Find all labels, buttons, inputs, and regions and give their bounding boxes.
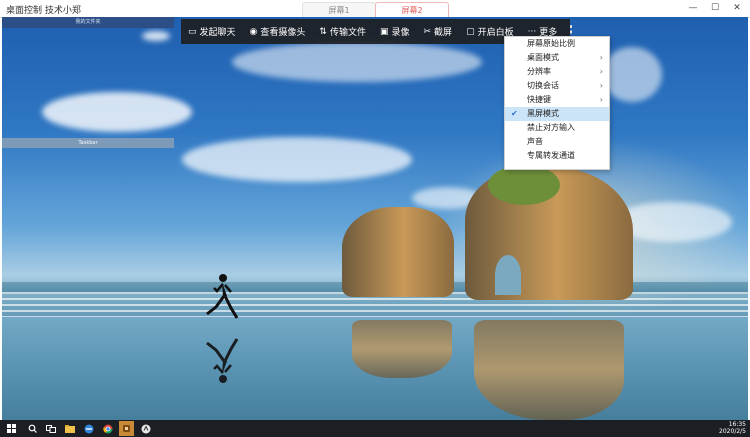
runner-reflection [206, 338, 239, 383]
chevron-right-icon: › [599, 95, 603, 104]
menu-item-label: 声音 [527, 137, 543, 146]
rock-grass [488, 165, 560, 205]
task-view-icon[interactable] [43, 421, 58, 436]
chevron-right-icon: › [599, 53, 603, 62]
app-title: 桌面控制 技术小郑 [6, 6, 81, 16]
remote-desktop-view[interactable]: 我的文件夹 Taskbar [2, 17, 748, 420]
record-icon: ▣ [379, 26, 389, 37]
menu-item-sound[interactable]: 声音 [505, 135, 609, 149]
window-title-bar: 桌面控制 技术小郑 屏幕1 屏幕2 — ☐ ✕ [0, 0, 750, 18]
start-chat-button[interactable]: ▭ 发起聊天 [181, 19, 243, 44]
more-icon: ··· [527, 26, 537, 37]
file-explorer-icon[interactable] [62, 421, 77, 436]
menu-item-black-screen[interactable]: ✔ 黑屏模式 [505, 107, 609, 121]
tab-screen-1[interactable]: 屏幕1 [302, 2, 376, 18]
view-camera-button[interactable]: ◉ 查看摄像头 [243, 19, 313, 44]
record-button[interactable]: ▣ 录像 [373, 19, 417, 44]
app-icon[interactable] [119, 421, 134, 436]
menu-item-shortcuts[interactable]: 快捷键 › [505, 93, 609, 107]
menu-item-switch-session[interactable]: 切换会话 › [505, 79, 609, 93]
view-camera-label: 查看摄像头 [260, 28, 306, 38]
maximize-button[interactable]: ☐ [708, 2, 722, 14]
menu-item-label: 分辨率 [527, 67, 551, 76]
chat-icon: ▭ [188, 26, 197, 37]
cloud [42, 92, 192, 132]
browser-icon[interactable] [81, 421, 96, 436]
taskbar-clock[interactable]: 16:35 2020/2/5 [719, 421, 746, 435]
menu-item-label: 黑屏模式 [527, 109, 559, 118]
checkmark-icon: ✔ [511, 109, 518, 118]
small-rock [342, 207, 454, 297]
tab-screen-2[interactable]: 屏幕2 [375, 2, 449, 18]
menu-item-label: 禁止对方输入 [527, 123, 575, 132]
record-label: 录像 [391, 28, 410, 38]
chrome-icon[interactable] [100, 421, 115, 436]
scissors-icon: ✂ [423, 26, 432, 37]
transfer-icon: ⇅ [319, 26, 327, 37]
menu-item-label: 切换会话 [527, 81, 559, 90]
transfer-file-button[interactable]: ⇅ 传输文件 [312, 19, 373, 44]
menu-item-label: 快捷键 [527, 95, 551, 104]
cloud [182, 137, 412, 182]
screenshot-label: 截屏 [434, 28, 453, 38]
close-button[interactable]: ✕ [730, 2, 744, 14]
menu-item-relay-channel[interactable]: 专属转发通道 [505, 149, 609, 163]
clock-date: 2020/2/5 [719, 428, 746, 435]
start-chat-label: 发起聊天 [199, 28, 236, 38]
cloud [142, 31, 170, 41]
chevron-right-icon: › [599, 81, 603, 90]
cloud [232, 42, 482, 82]
menu-item-label: 桌面模式 [527, 53, 559, 62]
menu-item-block-input[interactable]: 禁止对方输入 [505, 121, 609, 135]
remote-taskbar: 16:35 2020/2/5 [0, 420, 750, 437]
whiteboard-icon: ▢ [466, 26, 475, 37]
transfer-file-label: 传输文件 [329, 28, 366, 38]
remote-window-strip-taskbar[interactable]: Taskbar [2, 138, 174, 148]
large-rock-reflection [474, 320, 624, 420]
menu-item-original-ratio[interactable]: 屏幕原始比例 [505, 37, 609, 51]
menu-item-desktop-mode[interactable]: 桌面模式 › [505, 51, 609, 65]
menu-item-label: 专属转发通道 [527, 151, 575, 160]
remote-app-icon[interactable] [138, 421, 153, 436]
windows-start-icon[interactable] [4, 421, 19, 436]
camera-icon: ◉ [249, 26, 258, 37]
more-dropdown-menu: 屏幕原始比例 桌面模式 › 分辨率 › 切换会话 › 快捷键 › ✔ 黑屏模式 禁止对方输… [504, 36, 610, 170]
search-icon[interactable] [25, 421, 40, 436]
minimize-button[interactable]: — [686, 2, 700, 14]
clock-time: 16:35 [728, 421, 746, 428]
cloud [602, 47, 662, 102]
menu-item-resolution[interactable]: 分辨率 › [505, 65, 609, 79]
chevron-right-icon: › [599, 67, 603, 76]
menu-item-label: 屏幕原始比例 [527, 39, 575, 48]
small-rock-reflection [352, 320, 452, 378]
screenshot-button[interactable]: ✂ 截屏 [417, 19, 460, 44]
remote-window-strip[interactable]: 我的文件夹 [2, 17, 174, 28]
runner-silhouette [206, 274, 239, 319]
